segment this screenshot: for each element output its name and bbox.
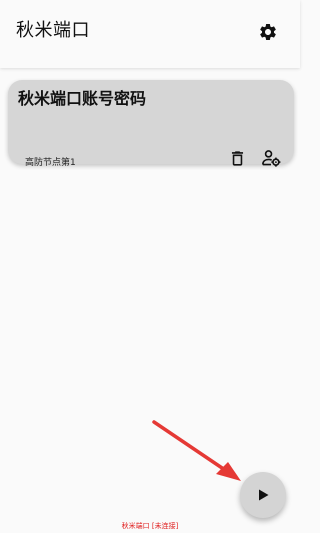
connect-button[interactable] <box>240 472 286 518</box>
server-name: 秋米端口账号密码 <box>18 89 147 108</box>
gear-icon <box>260 24 276 40</box>
server-list: 秋米端口账号密码 高防节点第1 <box>0 68 300 533</box>
trash-icon <box>231 150 243 166</box>
user-gear-icon <box>262 150 281 167</box>
user-settings-button[interactable] <box>260 148 282 168</box>
server-card[interactable]: 秋米端口账号密码 高防节点第1 <box>8 80 294 168</box>
play-icon <box>259 489 269 501</box>
delete-button[interactable] <box>227 148 247 168</box>
settings-button[interactable] <box>256 20 280 44</box>
server-node-label: 高防节点第1 <box>25 158 76 168</box>
app-bar: 秋米端口 <box>0 0 300 68</box>
app-title: 秋米端口 <box>16 20 90 41</box>
connection-status: 秋米端口 [未连接] <box>121 522 179 530</box>
